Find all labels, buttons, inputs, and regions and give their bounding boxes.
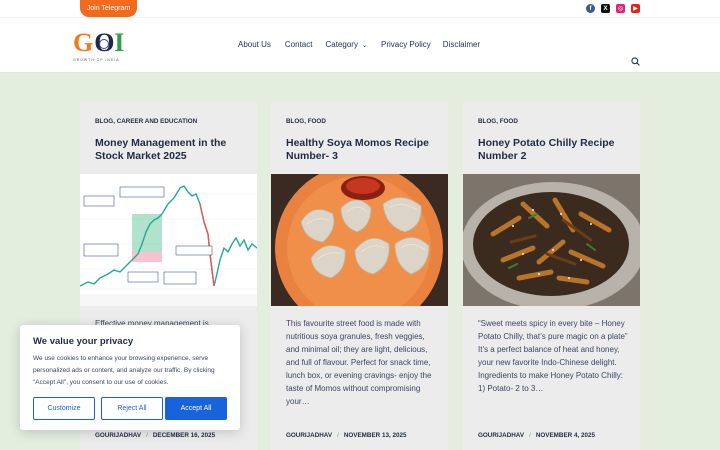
post-thumbnail-stock-chart[interactable] xyxy=(80,174,257,306)
post-title[interactable]: Healthy Soya Momos Recipe Number- 3 xyxy=(286,137,436,163)
meta-separator: / xyxy=(146,432,148,439)
top-bar: Join Telegram f X ◎ ▶ xyxy=(0,0,720,17)
cookie-title: We value your privacy xyxy=(33,336,134,347)
post-date: NOVEMBER 13, 2025 xyxy=(343,432,407,439)
post-categories[interactable]: BLOG, FOOD xyxy=(478,118,518,125)
accept-all-button[interactable]: Accept All xyxy=(165,397,227,420)
post-author[interactable]: GOURIJADHAV xyxy=(286,432,332,439)
post-author[interactable]: GOURIJADHAV xyxy=(95,432,141,439)
post-thumbnail-honey-potato-chilly[interactable] xyxy=(463,174,640,306)
logo-tagline: GROWTH OF INDIA xyxy=(73,58,120,62)
logo-mark: GOI xyxy=(73,28,126,57)
nav-category-label: Category xyxy=(325,40,358,49)
nav-category[interactable]: Category ⌄ xyxy=(325,40,367,49)
post-card[interactable]: BLOG, FOOD Healthy Soya Momos Recipe Num… xyxy=(271,102,448,450)
cookie-text: We use cookies to enhance your browsing … xyxy=(33,355,215,386)
instagram-icon[interactable]: ◎ xyxy=(616,4,625,13)
post-meta: GOURIJADHAV / DECEMBER 16, 2025 xyxy=(95,432,215,439)
nav-contact[interactable]: Contact xyxy=(285,40,313,49)
meta-separator: / xyxy=(337,432,339,439)
post-date: DECEMBER 16, 2025 xyxy=(152,432,216,439)
youtube-icon[interactable]: ▶ xyxy=(631,4,640,13)
post-author[interactable]: GOURIJADHAV xyxy=(478,432,524,439)
site-logo[interactable]: GOI GROWTH OF INDIA xyxy=(73,30,129,64)
customize-button[interactable]: Customize xyxy=(33,397,95,420)
post-card[interactable]: BLOG, FOOD Honey Potato Chilly Recipe Nu… xyxy=(463,102,640,450)
post-thumbnail-momos[interactable] xyxy=(271,174,448,306)
x-icon[interactable]: X xyxy=(601,4,610,13)
reject-all-button[interactable]: Reject All xyxy=(101,397,163,420)
post-excerpt: “Sweet meets spicy in every bite – Honey… xyxy=(478,319,628,393)
cookie-consent-banner: We value your privacy We use cookies to … xyxy=(20,325,240,430)
nav-about[interactable]: About Us xyxy=(238,40,271,49)
post-categories[interactable]: BLOG, FOOD xyxy=(286,118,326,125)
post-date: NOVEMBER 4, 2025 xyxy=(535,432,595,439)
post-excerpt: This favourite street food is made with … xyxy=(286,319,432,406)
meta-separator: / xyxy=(529,432,531,439)
social-links: f X ◎ ▶ xyxy=(586,4,640,13)
post-meta: GOURIJADHAV / NOVEMBER 13, 2025 xyxy=(286,432,406,439)
nav-disclaimer[interactable]: Disclaimer xyxy=(443,40,480,49)
site-header: GOI GROWTH OF INDIA About Us Contact Cat… xyxy=(0,17,720,73)
nav-privacy-policy[interactable]: Privacy Policy xyxy=(381,40,431,49)
main-nav: About Us Contact Category ⌄ Privacy Polic… xyxy=(238,40,480,49)
post-title[interactable]: Honey Potato Chilly Recipe Number 2 xyxy=(478,137,628,163)
post-meta: GOURIJADHAV / NOVEMBER 4, 2025 xyxy=(478,432,595,439)
post-title[interactable]: Money Management in the Stock Market 202… xyxy=(95,137,245,163)
join-telegram-button[interactable]: Join Telegram xyxy=(80,0,137,17)
chevron-down-icon: ⌄ xyxy=(361,43,367,49)
post-categories[interactable]: BLOG, CAREER AND EDUCATION xyxy=(95,118,197,125)
search-icon[interactable] xyxy=(631,57,640,66)
facebook-icon[interactable]: f xyxy=(586,4,595,13)
